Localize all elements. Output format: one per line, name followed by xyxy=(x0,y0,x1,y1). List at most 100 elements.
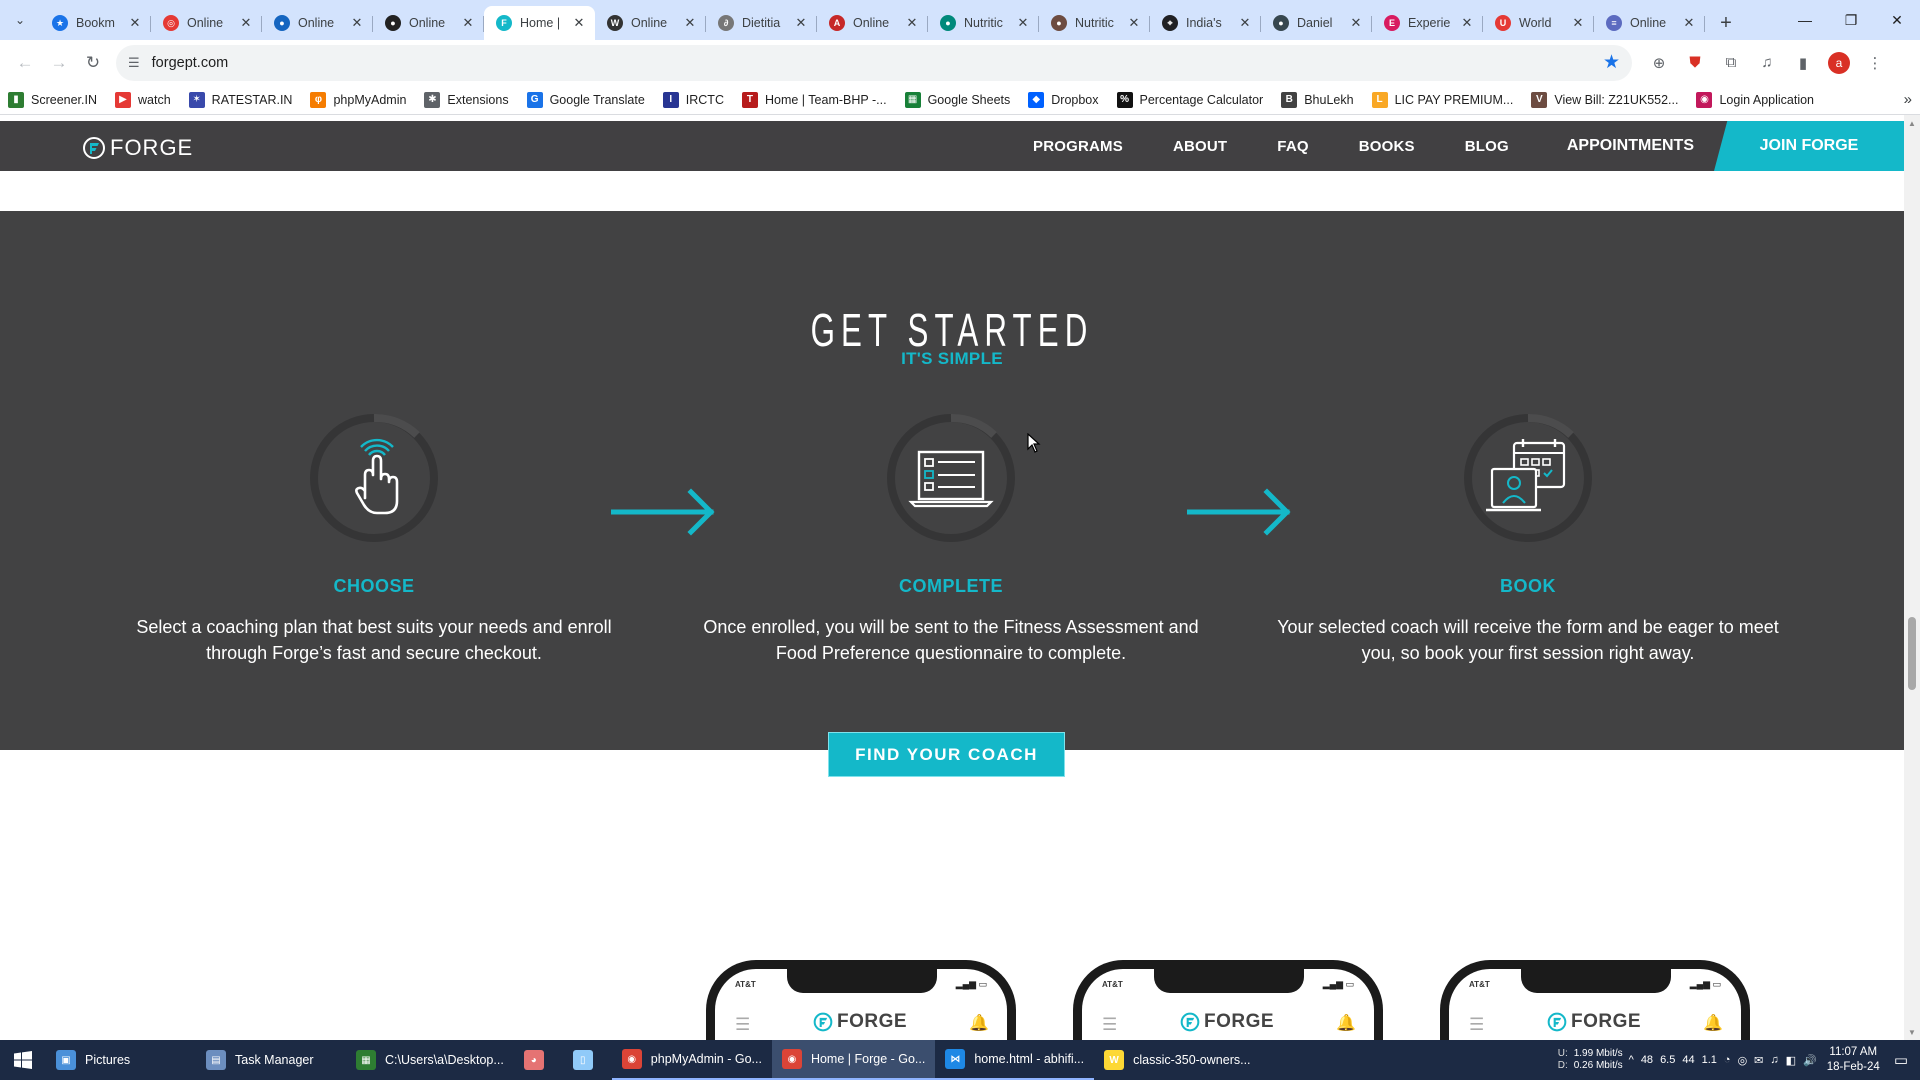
tray-item[interactable]: 44 xyxy=(1682,1054,1694,1066)
new-tab-button[interactable]: + xyxy=(1709,6,1743,40)
bookmark-item[interactable]: ◆ Dropbox xyxy=(1028,91,1099,108)
nav-blog[interactable]: BLOG xyxy=(1465,138,1509,155)
tab-close-icon[interactable]: ✕ xyxy=(1459,15,1475,31)
forge-logo[interactable]: FORGE xyxy=(82,135,193,161)
bookmark-item[interactable]: ▮ Screener.IN xyxy=(8,91,97,108)
tray-icon[interactable]: ♫ xyxy=(1770,1054,1778,1066)
address-bar[interactable]: ☰ forgept.com ★ xyxy=(116,44,1632,81)
tab-close-icon[interactable]: ✕ xyxy=(571,15,587,31)
nav-appointments[interactable]: APPOINTMENTS xyxy=(1567,137,1694,155)
tab-close-icon[interactable]: ✕ xyxy=(1237,15,1253,31)
bookmark-item[interactable]: T Home | Team-BHP -... xyxy=(741,91,887,108)
bookmark-item[interactable]: I IRCTC xyxy=(662,91,724,108)
profile-avatar[interactable]: a xyxy=(1824,48,1854,78)
tab-close-icon[interactable]: ✕ xyxy=(904,15,920,31)
scroll-up-icon[interactable]: ▲ xyxy=(1904,115,1920,131)
page-scrollbar[interactable]: ▲ ▼ xyxy=(1904,115,1920,1040)
browser-tab[interactable]: F Home | ✕ xyxy=(484,6,595,40)
browser-tab[interactable]: ● Online ✕ xyxy=(262,6,373,40)
tab-close-icon[interactable]: ✕ xyxy=(1570,15,1586,31)
chrome-menu-icon[interactable]: ⋮ xyxy=(1860,48,1890,78)
scroll-thumb[interactable] xyxy=(1908,617,1916,690)
url-text[interactable]: forgept.com xyxy=(152,55,1603,71)
nav-programs[interactable]: PROGRAMS xyxy=(1033,138,1123,155)
bookmark-item[interactable]: ✱ Extensions xyxy=(424,91,509,108)
tray-icon[interactable]: ◎ xyxy=(1738,1054,1748,1067)
tray-icon[interactable]: ✉ xyxy=(1754,1054,1763,1067)
find-your-coach-button[interactable]: FIND YOUR COACH xyxy=(828,732,1065,777)
bookmark-star-icon[interactable]: ★ xyxy=(1603,51,1620,74)
browser-tab[interactable]: U World ✕ xyxy=(1483,6,1594,40)
reload-button[interactable]: ↻ xyxy=(76,46,110,80)
minimize-button[interactable]: — xyxy=(1782,0,1828,40)
browser-tab[interactable]: A Online ✕ xyxy=(817,6,928,40)
bookmark-item[interactable]: B BhuLekh xyxy=(1281,91,1354,108)
clock[interactable]: 11:07 AM 18-Feb-24 xyxy=(1827,1045,1880,1075)
tab-close-icon[interactable]: ✕ xyxy=(793,15,809,31)
nav-faq[interactable]: FAQ xyxy=(1277,138,1308,155)
browser-tab[interactable]: E Experie ✕ xyxy=(1372,6,1483,40)
restore-button[interactable]: ❐ xyxy=(1828,0,1874,40)
tab-close-icon[interactable]: ✕ xyxy=(238,15,254,31)
tab-close-icon[interactable]: ✕ xyxy=(1126,15,1142,31)
tab-close-icon[interactable]: ✕ xyxy=(127,15,143,31)
tray-item[interactable]: 48 xyxy=(1641,1054,1653,1066)
browser-tab[interactable]: ● Online ✕ xyxy=(373,6,484,40)
tab-close-icon[interactable]: ✕ xyxy=(1348,15,1364,31)
nav-about[interactable]: ABOUT xyxy=(1173,138,1227,155)
taskbar-app-button[interactable]: ◉ Home | Forge - Go... xyxy=(771,1040,936,1080)
browser-tab[interactable]: ● Nutritic ✕ xyxy=(928,6,1039,40)
tray-item[interactable]: 1.1 xyxy=(1702,1054,1717,1066)
extension-shield-icon[interactable]: ⛊ xyxy=(1680,48,1710,78)
tab-close-icon[interactable]: ✕ xyxy=(1015,15,1031,31)
bookmark-item[interactable]: ✶ RATESTAR.IN xyxy=(188,91,292,108)
tab-close-icon[interactable]: ✕ xyxy=(349,15,365,31)
join-forge-button[interactable]: JOIN FORGE xyxy=(1714,121,1904,171)
media-control-icon[interactable]: ♫ xyxy=(1752,48,1782,78)
bookmark-item[interactable]: ▦ Google Sheets xyxy=(904,91,1010,108)
tray-item[interactable]: ^ xyxy=(1629,1054,1634,1066)
taskbar-app-button[interactable]: ▦ C:\Users\a\Desktop... xyxy=(346,1040,514,1080)
taskbar-app-button[interactable]: ⋈ home.html - abhifi... xyxy=(935,1040,1095,1080)
tab-close-icon[interactable]: ✕ xyxy=(1681,15,1697,31)
taskbar-app-button[interactable]: ◉ phpMyAdmin - Go... xyxy=(611,1040,772,1080)
tab-close-icon[interactable]: ✕ xyxy=(682,15,698,31)
browser-tab[interactable]: ● Nutritic ✕ xyxy=(1039,6,1150,40)
bookmark-item[interactable]: L LIC PAY PREMIUM... xyxy=(1371,91,1513,108)
tray-item[interactable]: 6.5 xyxy=(1660,1054,1675,1066)
taskbar-app-button[interactable]: ▤ Task Manager xyxy=(196,1040,346,1080)
scroll-down-icon[interactable]: ▼ xyxy=(1904,1024,1920,1040)
extension-globe-icon[interactable]: ⊕ xyxy=(1644,48,1674,78)
notification-icon[interactable]: ▭ xyxy=(1894,1051,1908,1069)
tab-search-chevron-icon[interactable]: ⌄ xyxy=(0,0,40,40)
tray-icon[interactable]: ◧ xyxy=(1786,1054,1796,1067)
taskbar-app-button[interactable]: ◕ xyxy=(514,1040,563,1080)
close-window-button[interactable]: ✕ xyxy=(1874,0,1920,40)
bookmark-item[interactable]: φ phpMyAdmin xyxy=(310,91,406,108)
bookmark-item[interactable]: ▶ watch xyxy=(115,91,171,108)
browser-tab[interactable]: ∂ Dietitia ✕ xyxy=(706,6,817,40)
back-button[interactable]: ← xyxy=(8,46,42,80)
tray-icon[interactable]: ◔ xyxy=(1724,1054,1731,1066)
windows-start-button[interactable] xyxy=(0,1040,46,1080)
side-panel-icon[interactable]: ▮ xyxy=(1788,48,1818,78)
browser-tab[interactable]: ● Daniel ✕ xyxy=(1261,6,1372,40)
browser-tab[interactable]: ⌖ India's ✕ xyxy=(1150,6,1261,40)
taskbar-app-button[interactable]: ▯ xyxy=(563,1040,612,1080)
bookmark-item[interactable]: G Google Translate xyxy=(526,91,645,108)
tab-close-icon[interactable]: ✕ xyxy=(460,15,476,31)
more-bookmarks-icon[interactable]: » xyxy=(1904,91,1912,108)
browser-tab[interactable]: ★ Bookm ✕ xyxy=(40,6,151,40)
forward-button[interactable]: → xyxy=(42,46,76,80)
taskbar-app-button[interactable]: ▣ Pictures xyxy=(46,1040,196,1080)
site-info-icon[interactable]: ☰ xyxy=(128,55,140,71)
bookmark-item[interactable]: V View Bill: Z21UK552... xyxy=(1531,91,1678,108)
extensions-puzzle-icon[interactable]: ⧉ xyxy=(1716,48,1746,78)
bookmark-item[interactable]: % Percentage Calculator xyxy=(1116,91,1263,108)
tray-icon[interactable]: 🔊 xyxy=(1803,1054,1817,1067)
browser-tab[interactable]: W Online ✕ xyxy=(595,6,706,40)
browser-tab[interactable]: ≡ Online ✕ xyxy=(1594,6,1705,40)
nav-books[interactable]: BOOKS xyxy=(1359,138,1415,155)
browser-tab[interactable]: ◎ Online ✕ xyxy=(151,6,262,40)
bookmark-item[interactable]: ◉ Login Application xyxy=(1696,91,1814,108)
